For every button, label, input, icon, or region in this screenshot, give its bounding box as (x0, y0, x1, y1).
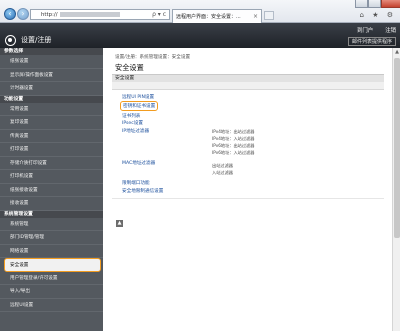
toolbar-icons[interactable]: ⌂ ★ ⚙ (360, 11, 396, 19)
sidebar-item[interactable]: 纸张接收设置 (0, 184, 103, 197)
sidebar-group-title: 参数选择 (0, 48, 103, 55)
scroll-up-icon[interactable]: ▲ (393, 48, 400, 56)
sidebar-item[interactable]: 用户管理登录/许可设置 (0, 272, 103, 285)
sidebar-item[interactable]: 系统管理 (0, 218, 103, 231)
app-header: 到门户 注销 邮件列表提供程序 (0, 23, 400, 48)
settings-logo-icon (5, 34, 16, 46)
mac-filter-value: 出站过滤器 (212, 163, 233, 168)
page-title: 安全设置 (115, 63, 144, 72)
breadcrumb: 设置/注册：系统管理设置：安全设置 (115, 55, 191, 60)
section-subheader (112, 82, 384, 90)
ip-filter-value: IPv4地址：入站过滤器 (212, 136, 255, 141)
sidebar-item[interactable]: 打印机设置 (0, 170, 103, 184)
ipsec-link[interactable]: IPsec设置 (122, 120, 143, 126)
mail-list-link[interactable]: 邮件列表提供程序 (347, 37, 396, 46)
sidebar-item[interactable]: 传真设置 (0, 130, 103, 143)
ip-filter-value: IPv4地址：出站过滤器 (212, 129, 255, 134)
new-tab-button[interactable] (264, 11, 274, 20)
sidebar-item[interactable]: 常用设置 (0, 103, 103, 116)
sidebar-item[interactable]: 接收设置 (0, 197, 103, 211)
sidebar-item[interactable]: 存储介质打印设置 (0, 157, 103, 170)
mac-filter-value: 入站过滤器 (212, 170, 233, 175)
key-certificate-link[interactable]: 密钥和证书设置 (120, 101, 159, 111)
sidebar-item[interactable]: 打印设置 (0, 143, 103, 157)
section-header: 安全设置 (112, 74, 384, 82)
sidebar-item[interactable]: 网络设置 (0, 245, 103, 258)
url-redacted (59, 11, 120, 17)
sidebar-item[interactable]: 复印设置 (0, 116, 103, 130)
browser-tab[interactable]: 远程用户界面：安全设置：... × (172, 9, 262, 23)
sidebar: 参数选择 纸张设置 显示屏/操作面板设置 计时器设置 功能设置 常用设置 复印设置 传真设置打… (0, 48, 103, 331)
mac-filter-link[interactable]: MAC地址过滤器 (122, 160, 155, 166)
secure-comm-link[interactable]: 安全地限制通信设置 (122, 188, 163, 194)
maximize-button[interactable] (368, 0, 381, 8)
close-window-button[interactable] (381, 0, 400, 8)
sidebar-item[interactable]: 纸张设置 (0, 55, 103, 69)
ip-filter-value: IPv6地址：入站过滤器 (212, 150, 255, 155)
app-title: 设置/注册 (21, 36, 52, 44)
certificate-list-link[interactable]: 证书列表 (122, 113, 140, 119)
sidebar-item[interactable]: 导入/导出 (0, 285, 103, 299)
back-to-top-button[interactable]: ▲ (116, 220, 123, 227)
back-icon[interactable]: ‹ (4, 8, 16, 20)
app-title-bar: 设置/注册 (0, 32, 51, 48)
browser-chrome: ‹ › http:// ρ ▾ c 远程用户界面：安全设置：... × ⌂ ★ … (0, 0, 400, 23)
ip-filter-link[interactable]: IP地址过滤器 (122, 128, 149, 134)
sidebar-item[interactable]: 部门ID管理/管理 (0, 231, 103, 245)
divider (112, 198, 384, 199)
minimize-button[interactable] (355, 0, 368, 8)
address-bar[interactable]: http:// ρ ▾ c (30, 9, 170, 20)
sidebar-item[interactable]: 显示屏/操作面板设置 (0, 69, 103, 82)
tab-close-icon[interactable]: × (253, 13, 258, 20)
logout-link[interactable]: 注销 (385, 26, 396, 34)
restrict-port-link[interactable]: 限制端口功能 (122, 180, 150, 186)
scrollbar[interactable]: ▲ (392, 48, 400, 331)
address-bar-icons[interactable]: ρ ▾ c (152, 11, 166, 18)
url-text: http:// (41, 11, 58, 18)
ip-filter-value: IPv6地址：出站过滤器 (212, 143, 255, 148)
sidebar-group-title: 系统管理设置 (0, 210, 103, 218)
sidebar-item[interactable]: 计时器设置 (0, 82, 103, 96)
remote-ui-pin-link[interactable]: 远程UI PIN设置 (122, 94, 154, 100)
sidebar-item[interactable]: 安全设置 (4, 258, 101, 272)
main-content: 设置/注册：系统管理设置：安全设置 安全设置 安全设置 远程UI PIN设置 密… (112, 48, 400, 331)
tab-title: 远程用户界面：安全设置：... (176, 14, 241, 20)
portal-link[interactable]: 到门户 (357, 26, 373, 34)
sidebar-item[interactable]: 远程UI设置 (0, 299, 103, 312)
scrollbar-thumb[interactable] (394, 58, 400, 238)
sidebar-group-title: 功能设置 (0, 95, 103, 103)
forward-icon[interactable]: › (17, 8, 29, 20)
window-controls (355, 0, 400, 9)
